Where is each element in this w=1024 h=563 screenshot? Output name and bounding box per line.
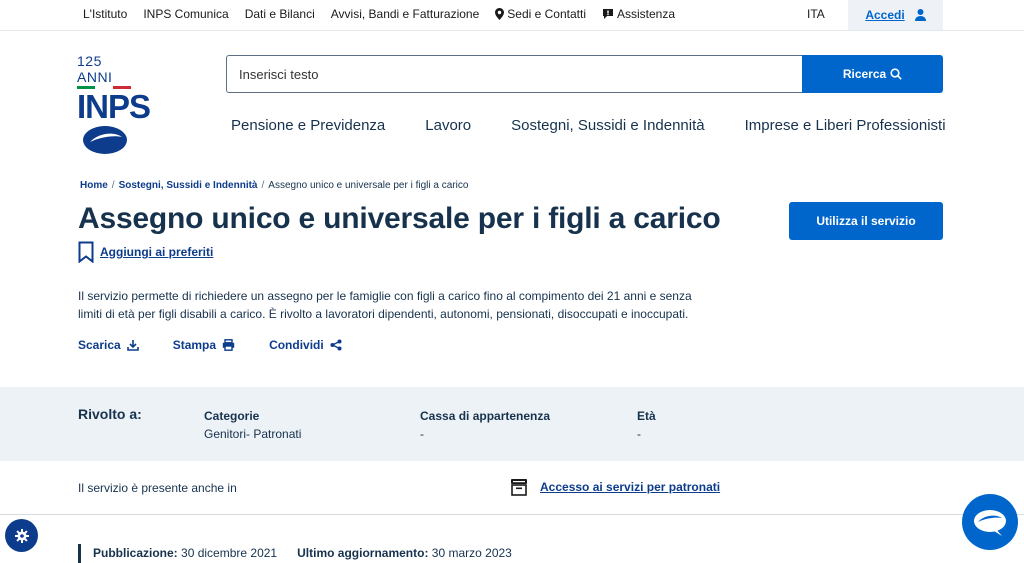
patronati-access-link[interactable]: Accesso ai servizi per patronati [510, 478, 720, 496]
service-presence-label: Il servizio è presente anche in [78, 481, 237, 495]
published-label: Pubblicazione: [93, 546, 178, 560]
age-label: Età [637, 409, 656, 423]
published-date: 30 dicembre 2021 [181, 546, 278, 560]
breadcrumb-sostegni[interactable]: Sostegni, Sussidi e Indennità [119, 180, 258, 191]
inps-logo[interactable]: 125 ANNI INPS [77, 53, 151, 154]
section-divider [0, 514, 1024, 515]
utility-nav: L'Istituto INPS Comunica Dati e Bilanci … [83, 0, 691, 28]
logo-name: INPS [77, 88, 151, 125]
use-service-button[interactable]: Utilizza il servizio [789, 202, 943, 240]
map-pin-icon [495, 8, 505, 20]
utility-link-inps-comunica[interactable]: INPS Comunica [143, 7, 228, 21]
main-nav: Pensione e Previdenza Lavoro Sostegni, S… [231, 117, 986, 134]
bookmark-icon [78, 241, 94, 263]
chatbot-button[interactable] [962, 494, 1018, 550]
breadcrumb-separator: / [261, 180, 265, 191]
updated-date: 30 marzo 2023 [431, 546, 512, 560]
accessibility-settings-button[interactable] [5, 519, 38, 552]
top-bar: L'Istituto INPS Comunica Dati e Bilanci … [0, 0, 1024, 31]
main-nav-imprese[interactable]: Imprese e Liberi Professionisti [745, 117, 946, 134]
login-label: Accedi [865, 8, 905, 22]
chat-emblem-icon [974, 510, 1006, 536]
audience-categories: Categorie Genitori- Patronati [204, 409, 301, 441]
breadcrumb-home[interactable]: Home [80, 180, 108, 191]
main-nav-sostegni[interactable]: Sostegni, Sussidi e Indennità [511, 117, 704, 134]
page-title: Assegno unico e universale per i figli a… [78, 202, 721, 235]
service-description: Il servizio permette di richiedere un as… [78, 289, 692, 321]
categories-value: Genitori- Patronati [204, 427, 302, 441]
search-button[interactable]: Ricerca [802, 55, 943, 93]
breadcrumb-current: Assegno unico e universale per i figli a… [268, 180, 469, 191]
utility-link-sedi-contatti[interactable]: Sedi e Contatti [495, 7, 586, 21]
download-icon [126, 340, 139, 351]
download-button[interactable]: Scarica [78, 338, 139, 352]
updated-label: Ultimo aggiornamento: [297, 546, 429, 560]
utility-link-avvisi-bandi[interactable]: Avvisi, Bandi e Fatturazione [331, 7, 480, 21]
publication-info: Pubblicazione: 30 dicembre 2021 Ultimo a… [78, 544, 512, 563]
user-icon [914, 9, 926, 21]
add-to-favorites[interactable]: Aggiungi ai preferiti [78, 241, 213, 263]
printer-icon [222, 339, 235, 351]
age-value: - [637, 427, 641, 441]
fund-label: Cassa di appartenenza [420, 409, 551, 423]
favorites-label: Aggiungi ai preferiti [100, 245, 214, 259]
search-input[interactable] [226, 55, 802, 93]
search-bar: Ricerca [226, 55, 943, 93]
utility-link-assistenza[interactable]: Assistenza [602, 7, 675, 21]
gear-icon [14, 528, 29, 543]
breadcrumb: Home / Sostegni, Sussidi e Indennità / A… [80, 180, 468, 191]
search-icon [890, 68, 902, 80]
print-button[interactable]: Stampa [173, 338, 235, 352]
audience-fund: Cassa di appartenenza - [420, 409, 550, 441]
share-button[interactable]: Condividi [269, 338, 342, 352]
main-nav-pensione[interactable]: Pensione e Previdenza [231, 117, 385, 134]
audience-age: Età - [637, 409, 656, 441]
utility-link-dati-bilanci[interactable]: Dati e Bilanci [245, 7, 315, 21]
main-nav-lavoro[interactable]: Lavoro [425, 117, 471, 134]
fund-value: - [420, 427, 424, 441]
page-actions: Scarica Stampa Condividi [78, 338, 376, 352]
logo-anniversary: 125 ANNI [77, 53, 113, 85]
utility-link-istituto[interactable]: L'Istituto [83, 7, 127, 21]
login-button[interactable]: Accedi [848, 0, 943, 30]
archive-box-icon [511, 479, 527, 496]
breadcrumb-separator: / [111, 180, 115, 191]
logo-emblem-icon [83, 126, 127, 154]
chat-bubble-icon [602, 8, 614, 20]
share-icon [330, 339, 342, 351]
language-selector[interactable]: ITA [807, 7, 825, 21]
audience-heading: Rivolto a: [78, 406, 142, 422]
categories-label: Categorie [204, 409, 260, 423]
